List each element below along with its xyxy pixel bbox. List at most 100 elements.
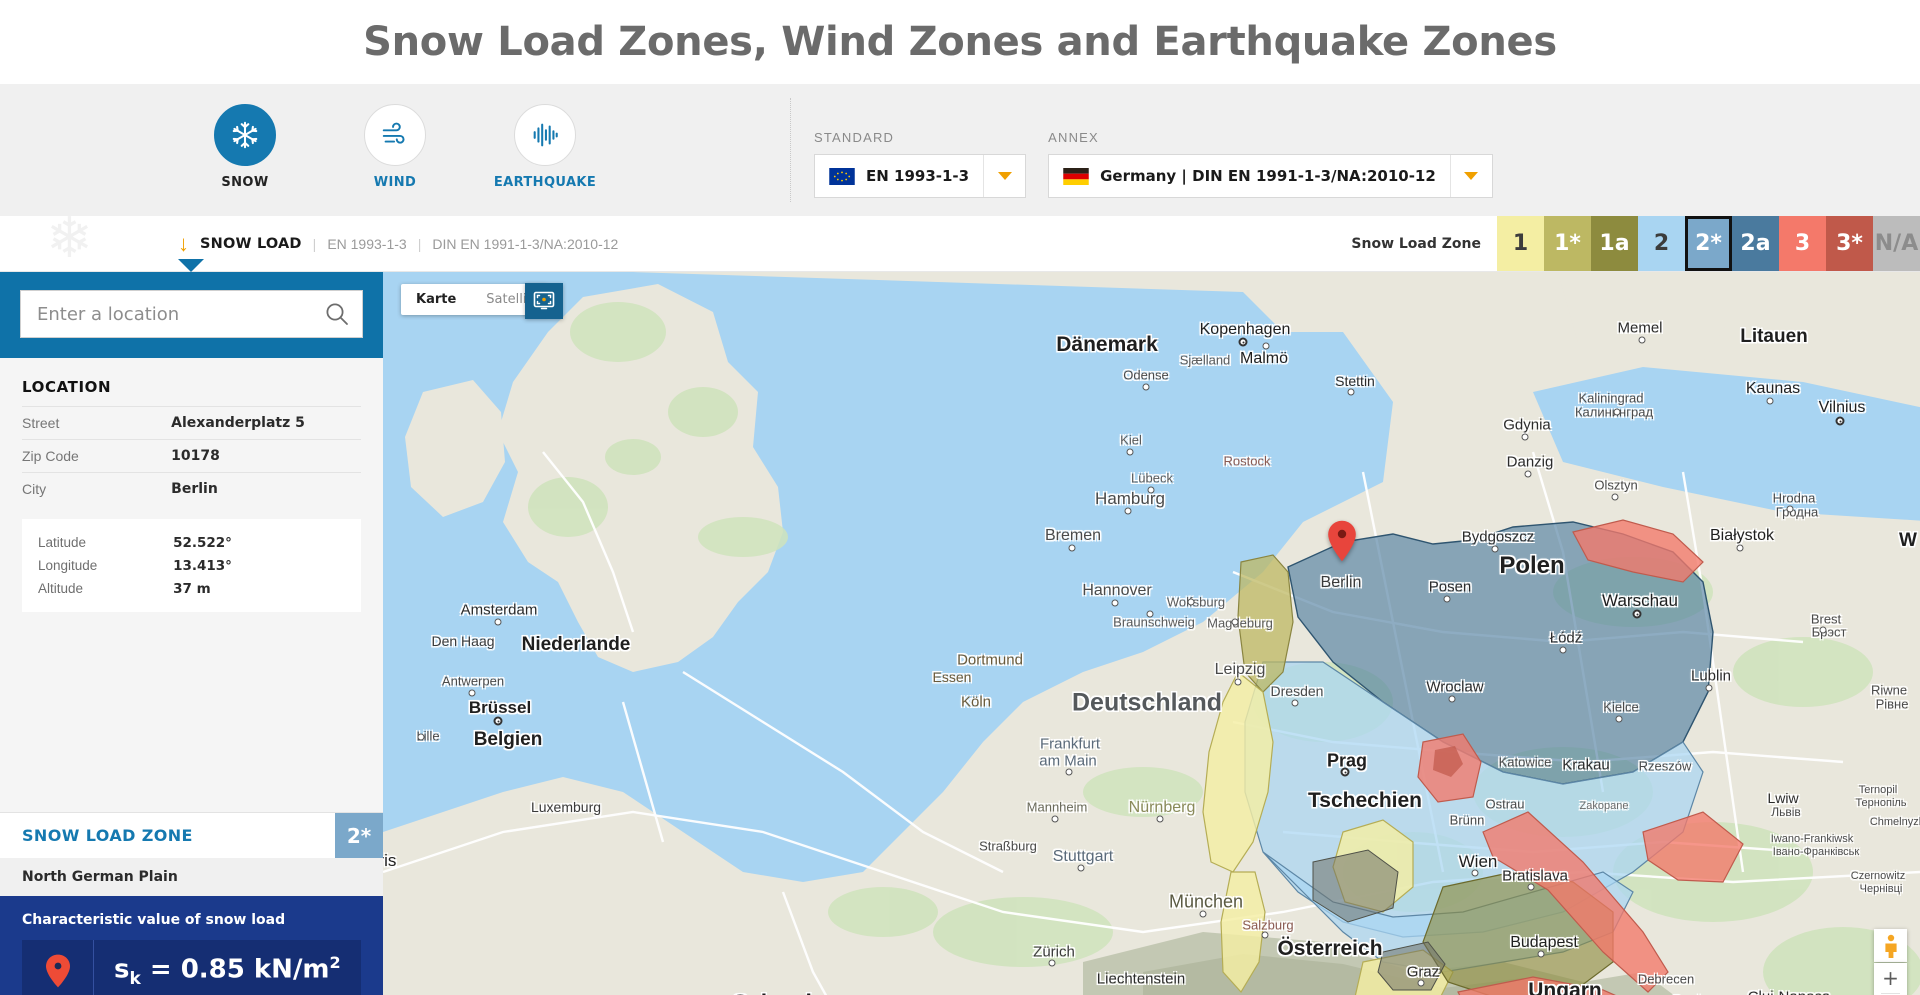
- hazard-tab-snow[interactable]: SNOW: [191, 104, 299, 190]
- result-value: sk = 0.85 kN/m2: [94, 953, 341, 989]
- map-city-dot: [1231, 618, 1239, 626]
- result-caption: Characteristic value of snow load: [22, 912, 286, 928]
- map-city-dot: [1187, 598, 1195, 606]
- zone-legend-chip-NA[interactable]: N/A: [1873, 216, 1920, 271]
- map-city-dot: [1147, 486, 1155, 494]
- search-icon[interactable]: [324, 301, 350, 327]
- search-box[interactable]: [20, 290, 363, 338]
- standard-selectors: STANDARD EN 1993-1-3 ANNEX Germany | DIN…: [790, 84, 1920, 216]
- zone-legend-chip-1star[interactable]: 1*: [1544, 216, 1591, 271]
- map-city-dot: [1615, 715, 1623, 723]
- map-type-karte[interactable]: Karte: [401, 284, 471, 315]
- chevron-down-icon: [1464, 172, 1479, 180]
- location-row: Zip Code 10178: [22, 439, 361, 473]
- map-city-dot: [1559, 646, 1567, 654]
- result-equals: =: [140, 954, 181, 985]
- hazard-tab-wind[interactable]: WIND: [341, 104, 449, 190]
- zone-legend-chip-1a[interactable]: 1a: [1591, 216, 1638, 271]
- map-location-marker[interactable]: [1327, 520, 1357, 567]
- zone-legend-chip-2a[interactable]: 2a: [1732, 216, 1779, 271]
- map-city-dot: [1142, 383, 1150, 391]
- location-row-value: Berlin: [171, 481, 218, 497]
- location-panel: LOCATION Street Alexanderplatz 5 Zip Code 1…: [0, 358, 383, 806]
- result-bar-annex: DIN EN 1991-1-3/NA:2010-12: [432, 235, 619, 252]
- map-capital-dot: [1632, 609, 1642, 619]
- snowflake-icon: [232, 121, 258, 149]
- location-row-value: Alexanderplatz 5: [171, 415, 305, 431]
- zone-legend-chip-3[interactable]: 3: [1779, 216, 1826, 271]
- arrow-down-icon: ↓: [178, 230, 189, 256]
- map-city-dot: [1262, 342, 1270, 350]
- annex-caption: ANNEX: [1048, 130, 1099, 145]
- zoom-controls[interactable]: + −: [1874, 963, 1907, 995]
- map-city-dot: [1491, 545, 1499, 553]
- result-symbol: s: [114, 954, 130, 985]
- map-city-dot: [1448, 695, 1456, 703]
- result-bar-standard: EN 1993-1-3: [327, 235, 407, 252]
- annex-value: Germany | DIN EN 1991-1-3/NA:2010-12: [1100, 167, 1436, 185]
- snow-load-zone-region: North German Plain: [0, 858, 383, 896]
- fullscreen-button[interactable]: [525, 283, 563, 319]
- map-city-dot: [1443, 595, 1451, 603]
- map-capital-dot: [1340, 767, 1350, 777]
- zone-legend-chips: 1 1* 1a 2 2* 2a 3 3* N/A: [1497, 216, 1920, 271]
- separator: |: [312, 235, 317, 252]
- map-city-dot: [1347, 388, 1355, 396]
- map-city-dot: [1766, 397, 1774, 405]
- coordinate-row: Latitude 52.522°: [38, 531, 345, 554]
- zone-legend-label: Snow Load Zone: [1351, 235, 1481, 252]
- hazard-tab-earthquake[interactable]: EARTHQUAKE: [491, 104, 599, 190]
- coordinate-row-value: 37 m: [173, 580, 211, 597]
- zone-legend-chip-3star[interactable]: 3*: [1826, 216, 1873, 271]
- location-row: Street Alexanderplatz 5: [22, 406, 361, 440]
- zone-legend-chip-2star[interactable]: 2*: [1685, 216, 1732, 271]
- result-exponent: 2: [329, 953, 341, 973]
- annex-dropdown[interactable]: Germany | DIN EN 1991-1-3/NA:2010-12: [1048, 154, 1493, 198]
- map-city-dot: [1611, 493, 1619, 501]
- map-city-dot: [468, 689, 476, 697]
- map-city-dot: [1124, 507, 1132, 515]
- snow-load-result-box: Characteristic value of snow load sk = 0…: [0, 896, 383, 995]
- standard-dropdown[interactable]: EN 1993-1-3: [814, 154, 1027, 198]
- search-input[interactable]: [37, 303, 324, 325]
- map-capital-dot: [1835, 416, 1845, 426]
- map-city-dot: [1077, 864, 1085, 872]
- snow-load-zone-badge: 2*: [335, 813, 383, 858]
- map-city-dot: [1126, 448, 1134, 456]
- location-row-key: Street: [22, 415, 60, 431]
- annex-dropdown-arrow[interactable]: [1449, 155, 1492, 197]
- separator: |: [417, 235, 422, 252]
- map-pin-icon-wrap: [22, 940, 94, 995]
- map-city-dot: [1819, 626, 1827, 634]
- snow-load-zone-row: SNOW LOAD ZONE 2*: [0, 812, 383, 858]
- eu-flag: [829, 167, 855, 185]
- search-panel: [0, 272, 383, 358]
- coordinate-row-key: Longitude: [38, 558, 98, 573]
- map-canvas[interactable]: VereinigtesKönigreichIsle of ManLeedsMan…: [383, 272, 1920, 995]
- map-city-dot: [1291, 699, 1299, 707]
- coordinate-row: Altitude 37 m: [38, 577, 345, 600]
- wind-icon-circle: [364, 104, 426, 166]
- map-city-dot: [1613, 408, 1621, 416]
- sidebar: LOCATION Street Alexanderplatz 5 Zip Code 1…: [0, 272, 383, 995]
- map-city-dot: [1111, 599, 1119, 607]
- map-city-dot: [1234, 678, 1242, 686]
- map-basemap: [383, 272, 1920, 995]
- snowflake-watermark-icon: ❄: [46, 206, 93, 269]
- coordinate-row-value: 13.413°: [173, 557, 232, 574]
- street-view-button[interactable]: [1874, 929, 1907, 962]
- coordinate-row-key: Altitude: [38, 581, 84, 596]
- map-city-dot: [1417, 979, 1425, 987]
- location-row-key: City: [22, 481, 47, 497]
- standard-dropdown-arrow[interactable]: [983, 155, 1025, 197]
- map-city-dot: [1736, 544, 1744, 552]
- coordinates-table: Latitude 52.522° Longitude 13.413° Altitude 3…: [38, 531, 345, 600]
- zone-legend-chip-2[interactable]: 2: [1638, 216, 1685, 271]
- zone-legend-chip-1[interactable]: 1: [1497, 216, 1544, 271]
- map-city-dot: [1524, 470, 1532, 478]
- map-city-dot: [494, 618, 502, 626]
- location-table: Street Alexanderplatz 5 Zip Code 10178 City B…: [22, 406, 361, 505]
- map-city-dot: [1048, 959, 1056, 967]
- zoom-in-button[interactable]: +: [1874, 963, 1907, 993]
- fullscreen-icon: [533, 291, 555, 310]
